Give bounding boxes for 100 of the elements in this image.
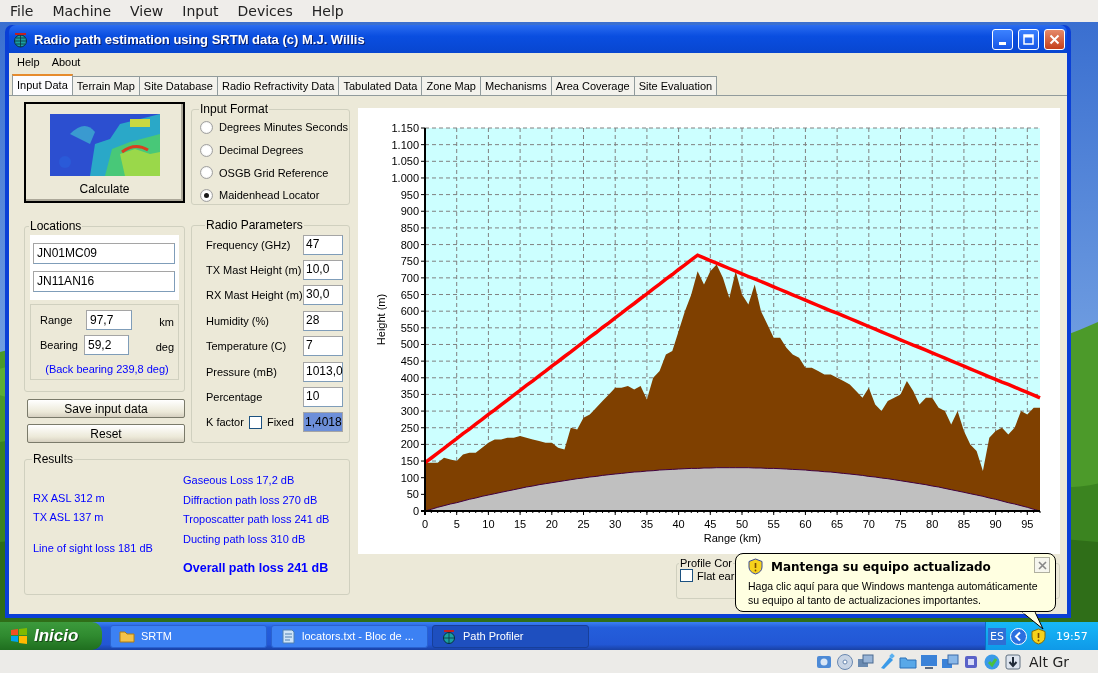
tab[interactable]: Input Data bbox=[12, 74, 73, 95]
window-title: Radio path estimation using SRTM data (c) M.J. Willis bbox=[34, 31, 366, 47]
result-text: TX ASL 137 m bbox=[33, 511, 105, 525]
result-text: Diffraction path loss 270 dB bbox=[183, 493, 319, 508]
taskbar-button[interactable]: SRTM bbox=[110, 624, 267, 648]
result-text: Ducting path loss 310 dB bbox=[183, 533, 307, 548]
axis-label: 60 bbox=[799, 518, 812, 530]
menu-item[interactable]: Help bbox=[301, 3, 353, 19]
axis-label: 950 bbox=[400, 188, 419, 201]
taskbar-button[interactable]: Path Profiler bbox=[432, 624, 589, 648]
field-label: Range bbox=[40, 314, 74, 326]
tab[interactable]: Radio Refractivity Data bbox=[216, 76, 340, 95]
axis-title: Range (km) bbox=[703, 532, 762, 544]
field-label: Humidity (%) bbox=[206, 314, 269, 327]
axis-label: 0 bbox=[421, 518, 429, 530]
menu-item[interactable]: View bbox=[120, 3, 173, 19]
menu-item[interactable]: File bbox=[0, 3, 43, 19]
axis-label: 1.000 bbox=[391, 171, 419, 184]
tab[interactable]: Area Coverage bbox=[550, 76, 635, 95]
menu-item[interactable]: Devices bbox=[227, 3, 302, 19]
balloon-title: Mantenga su equipo actualizado bbox=[771, 559, 991, 574]
axis-label: 850 bbox=[400, 221, 419, 234]
keyboard-indicator: Alt Gr bbox=[1029, 653, 1069, 670]
axis-label: 85 bbox=[957, 518, 971, 530]
text-field[interactable]: 1013,0 bbox=[303, 361, 343, 382]
group-title: Results bbox=[32, 452, 74, 466]
axis-title: Height (m) bbox=[375, 293, 387, 346]
axis-label: 50 bbox=[735, 518, 749, 530]
calculate-button[interactable]: Calculate bbox=[24, 102, 185, 203]
axis-label: 1.150 bbox=[391, 122, 419, 134]
text-field[interactable]: 10 bbox=[303, 387, 343, 408]
axis-label: 600 bbox=[400, 305, 419, 318]
axis-label: 750 bbox=[400, 255, 419, 268]
axis-label: 35 bbox=[640, 518, 654, 530]
tab[interactable]: Terrain Map bbox=[71, 76, 140, 95]
text-field[interactable]: 10,0 bbox=[303, 260, 343, 281]
field-label: TX Mast Height (m) bbox=[206, 264, 302, 277]
checkbox-label: Flat ear bbox=[697, 569, 735, 582]
axis-label: 500 bbox=[400, 338, 419, 351]
radio-label: Decimal Degrees bbox=[219, 144, 304, 157]
action-button[interactable]: Save input data bbox=[27, 399, 185, 418]
tab[interactable]: Mechanisms bbox=[480, 76, 552, 95]
checkbox-label: Fixed bbox=[266, 416, 294, 429]
axis-label: 800 bbox=[400, 238, 419, 251]
radio-label: Degrees Minutes Seconds bbox=[219, 121, 348, 134]
field-label: K factor bbox=[206, 416, 244, 429]
language-indicator[interactable]: ES bbox=[988, 627, 1006, 645]
axis-label: 20 bbox=[545, 518, 558, 530]
tab[interactable]: Site Evaluation bbox=[633, 76, 718, 95]
text-field[interactable]: 28 bbox=[303, 310, 343, 331]
group-title: Profile Cor bbox=[679, 557, 733, 569]
start-button[interactable]: Inicio bbox=[0, 622, 102, 650]
radio-label: OSGB Grid Reference bbox=[219, 166, 329, 179]
taskbar-button[interactable]: locators.txt - Bloc de ... bbox=[271, 624, 428, 648]
axis-label: 700 bbox=[400, 271, 419, 284]
field-label: Percentage bbox=[206, 391, 263, 404]
tab[interactable]: Tabulated Data bbox=[338, 76, 423, 95]
text-field[interactable]: 47 bbox=[303, 234, 343, 255]
tab[interactable]: Site Database bbox=[138, 76, 218, 95]
text-field[interactable]: 59,2 bbox=[84, 335, 129, 355]
axis-label: 15 bbox=[514, 518, 527, 530]
axis-label: 400 bbox=[400, 371, 419, 384]
axis-label: 90 bbox=[989, 518, 1002, 530]
menu-item[interactable]: Input bbox=[172, 3, 228, 19]
menu-item[interactable]: Help bbox=[11, 56, 46, 68]
axis-label: 55 bbox=[767, 518, 780, 530]
axis-label: 5 bbox=[453, 518, 460, 530]
axis-label: 250 bbox=[400, 421, 419, 434]
text-field[interactable]: 1,4018 bbox=[303, 412, 343, 433]
tab[interactable]: Zone Map bbox=[421, 76, 481, 95]
back-bearing-text: (Back bearing 239,8 deg) bbox=[44, 363, 170, 375]
balloon-text: Haga clic aquí para que Windows mantenga automáticamente su equipo al tanto de actualizaciones importantes. bbox=[748, 579, 1039, 607]
result-text: Line of sight loss 181 dB bbox=[33, 542, 154, 556]
axis-label: 300 bbox=[400, 405, 419, 418]
text-field[interactable]: 7 bbox=[303, 336, 343, 357]
overall-result-text: Overall path loss 241 dB bbox=[183, 560, 330, 577]
text-field[interactable]: 97,7 bbox=[86, 310, 133, 330]
text-field[interactable]: JN11AN16 bbox=[33, 271, 175, 292]
field-label: Frequency (GHz) bbox=[206, 238, 291, 251]
text-field[interactable]: JN01MC09 bbox=[33, 243, 175, 264]
menu-item[interactable]: Machine bbox=[42, 3, 121, 19]
axis-label: 900 bbox=[400, 205, 419, 218]
field-label: Pressure (mB) bbox=[206, 365, 277, 378]
unit-label: km bbox=[159, 316, 174, 328]
axis-label: 1.050 bbox=[391, 155, 419, 168]
action-button[interactable]: Reset bbox=[27, 424, 185, 443]
axis-label: 100 bbox=[400, 471, 419, 484]
axis-label: 95 bbox=[1021, 518, 1034, 530]
axis-label: 200 bbox=[400, 438, 419, 451]
text-field[interactable]: 30,0 bbox=[303, 285, 343, 306]
axis-label: 30 bbox=[609, 518, 622, 530]
radio-label: Maidenhead Locator bbox=[219, 189, 320, 202]
group-title: Input Format bbox=[199, 102, 270, 116]
menu-item[interactable]: About bbox=[45, 56, 87, 68]
field-label: RX Mast Height (m) bbox=[206, 289, 303, 302]
unit-label: deg bbox=[155, 341, 174, 353]
axis-label: 25 bbox=[577, 518, 590, 530]
axis-label: 65 bbox=[831, 518, 844, 530]
result-text: Troposcatter path loss 241 dB bbox=[183, 513, 331, 528]
field-label: Bearing bbox=[40, 339, 79, 351]
